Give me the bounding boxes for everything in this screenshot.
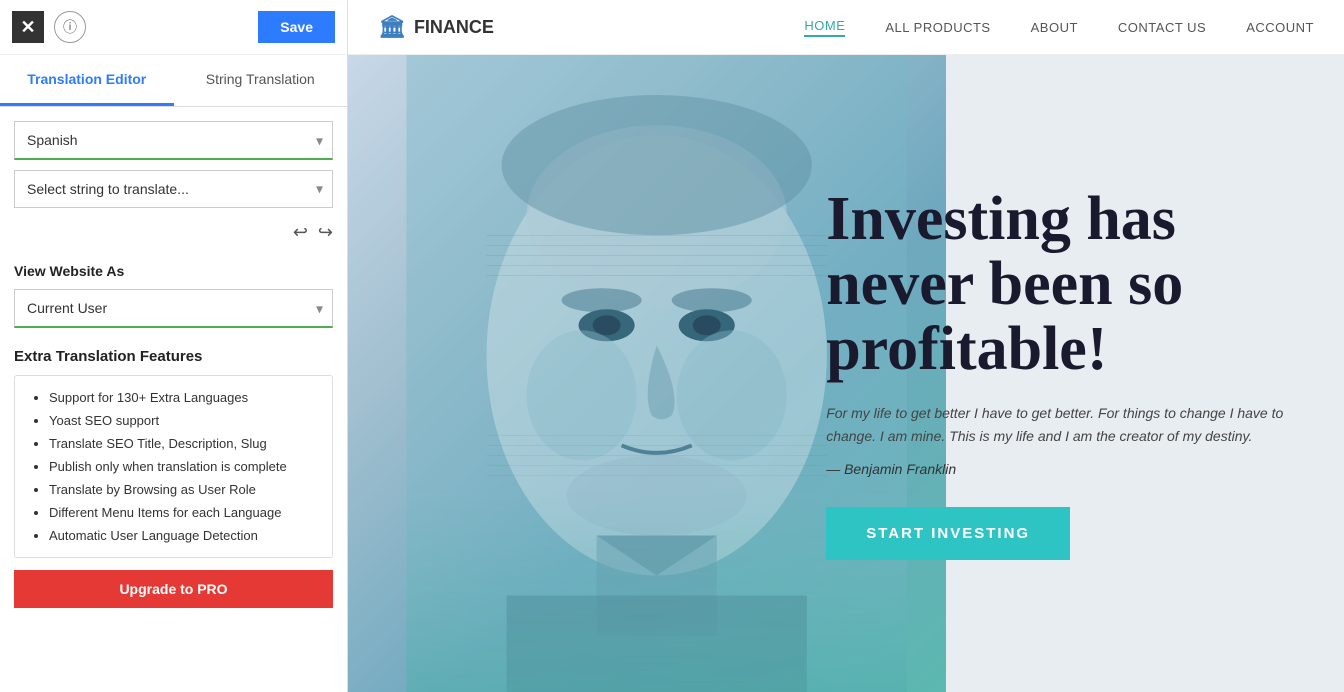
nav-link-all-products[interactable]: ALL PRODUCTS: [885, 20, 990, 35]
nav-link-contact[interactable]: CONTACT US: [1118, 20, 1206, 35]
nav-bar: 🏛 FINANCE HOME ALL PRODUCTS ABOUT CONTAC…: [348, 0, 1344, 55]
undo-redo-bar: ↩ ↪: [14, 218, 333, 247]
nav-links: HOME ALL PRODUCTS ABOUT CONTACT US ACCOU…: [804, 18, 1314, 37]
feature-item-1: Support for 130+ Extra Languages: [49, 390, 316, 405]
extra-features-title: Extra Translation Features: [14, 348, 333, 365]
feature-item-6: Different Menu Items for each Language: [49, 505, 316, 520]
feature-item-3: Translate SEO Title, Description, Slug: [49, 436, 316, 451]
hero-section: Investing has never been so profitable! …: [348, 55, 1344, 692]
website-preview: 🏛 FINANCE HOME ALL PRODUCTS ABOUT CONTAC…: [348, 0, 1344, 692]
string-select-wrapper: Select string to translate...: [14, 170, 333, 208]
string-select[interactable]: Select string to translate...: [14, 170, 333, 208]
language-select[interactable]: Spanish French German Portuguese Italian: [14, 121, 333, 160]
nav-link-about[interactable]: ABOUT: [1031, 20, 1078, 35]
feature-item-5: Translate by Browsing as User Role: [49, 482, 316, 497]
tab-bar: Translation Editor String Translation: [0, 55, 347, 107]
redo-button[interactable]: ↪: [318, 222, 333, 243]
panel-content: Spanish French German Portuguese Italian…: [0, 107, 347, 692]
user-role-select-wrapper: Current User Guest Administrator Editor: [14, 289, 333, 328]
feature-item-7: Automatic User Language Detection: [49, 528, 316, 543]
feature-item-4: Publish only when translation is complet…: [49, 459, 316, 474]
info-button[interactable]: ⓘ: [54, 11, 86, 43]
close-button[interactable]: ✕: [12, 11, 44, 43]
tab-translation-editor[interactable]: Translation Editor: [0, 55, 174, 106]
nav-logo: 🏛 FINANCE: [378, 14, 494, 40]
logo-icon: 🏛: [378, 14, 406, 40]
left-panel: ✕ ⓘ Save Translation Editor String Trans…: [0, 0, 348, 692]
user-role-select[interactable]: Current User Guest Administrator Editor: [14, 289, 333, 328]
features-list: Support for 130+ Extra Languages Yoast S…: [31, 390, 316, 543]
nav-link-home[interactable]: HOME: [804, 18, 845, 37]
top-bar: ✕ ⓘ Save: [0, 0, 347, 55]
nav-link-account[interactable]: ACCOUNT: [1246, 20, 1314, 35]
hero-quote: For my life to get better I have to get …: [826, 402, 1284, 447]
save-button[interactable]: Save: [258, 11, 335, 43]
tab-string-translation[interactable]: String Translation: [174, 55, 348, 106]
upgrade-button[interactable]: Upgrade to PRO: [14, 570, 333, 608]
hero-cta-button[interactable]: START INVESTING: [826, 507, 1070, 560]
features-box: Support for 130+ Extra Languages Yoast S…: [14, 375, 333, 558]
logo-text: FINANCE: [414, 17, 494, 38]
extra-features-section: Extra Translation Features Support for 1…: [14, 348, 333, 608]
hero-content: Investing has never been so profitable! …: [796, 55, 1344, 692]
hero-heading: Investing has never been so profitable!: [826, 187, 1284, 382]
undo-button[interactable]: ↩: [293, 222, 308, 243]
feature-item-2: Yoast SEO support: [49, 413, 316, 428]
hero-attribution: — Benjamin Franklin: [826, 461, 1284, 477]
language-select-wrapper: Spanish French German Portuguese Italian: [14, 121, 333, 160]
view-website-label: View Website As: [14, 263, 333, 279]
